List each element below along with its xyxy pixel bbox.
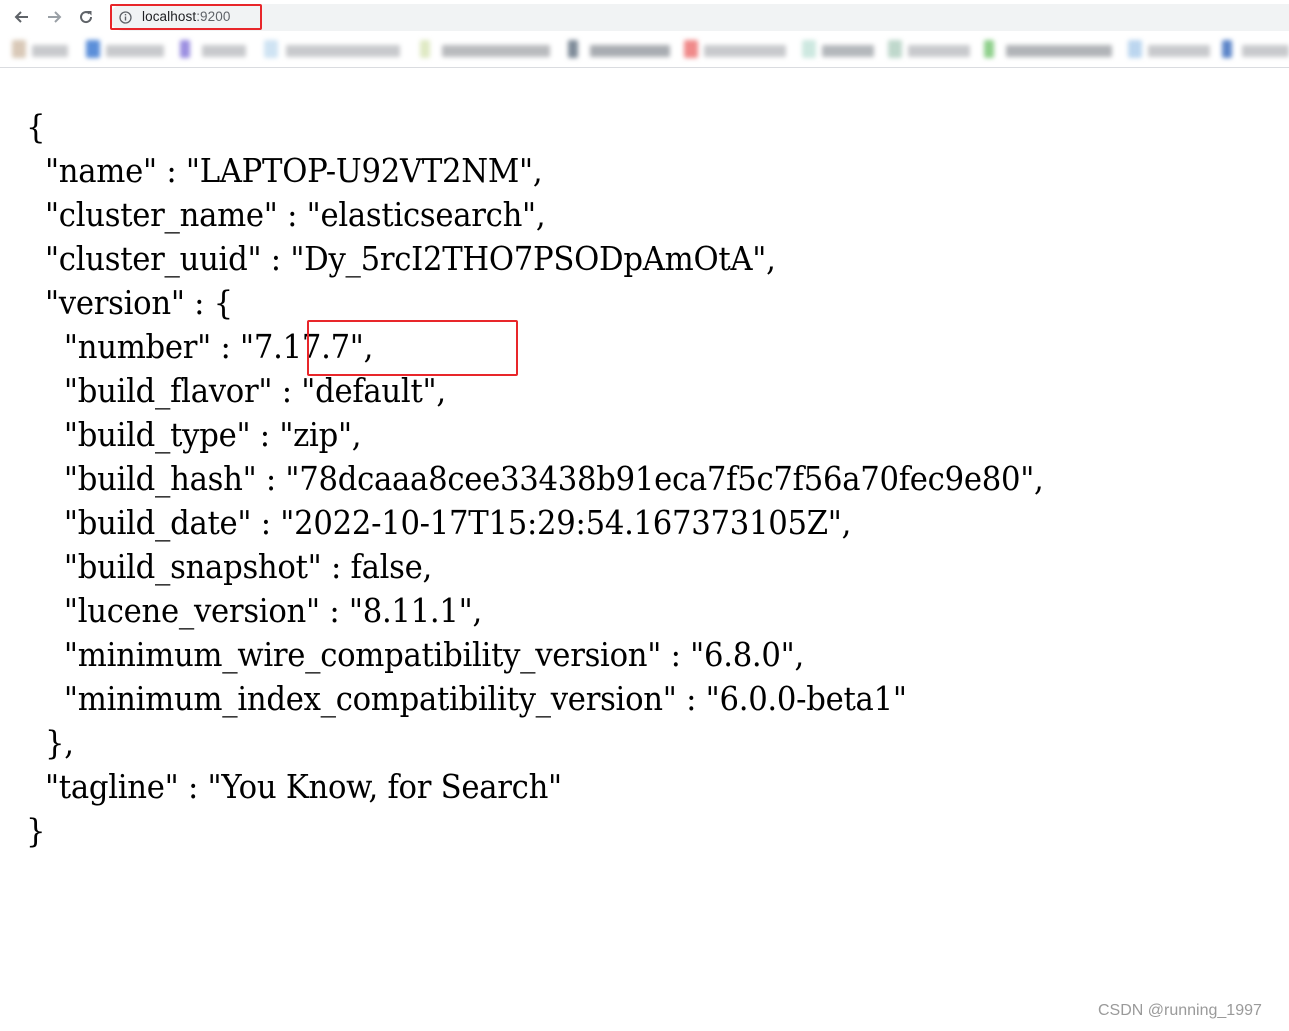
version-highlight-box [307,320,518,376]
reload-icon [80,11,93,24]
bookmark-item[interactable] [420,40,552,60]
json-line-min-wire-version: "minimum_wire_compatibility_version" : "… [26,635,804,674]
json-line-build-date: "build_date" : "2022-10-17T15:29:54.1673… [26,503,852,542]
bookmark-item[interactable] [86,40,166,60]
watermark: CSDN @running_1997 [1098,1002,1262,1019]
bookmarks-bar [0,35,1289,68]
json-line-build-flavor: "build_flavor" : "default", [26,371,446,410]
url-highlight-box [110,4,262,30]
forward-button[interactable] [43,6,65,28]
bookmark-item[interactable] [802,40,876,60]
bookmark-item[interactable] [1128,40,1212,60]
json-line-min-index-version: "minimum_index_compatibility_version" : … [26,679,907,718]
json-line-build-type: "build_type" : "zip", [26,415,362,454]
arrow-right-icon [48,11,62,23]
bookmark-item[interactable] [1222,40,1289,60]
json-line-tagline: "tagline" : "You Know, for Search" [26,767,562,806]
bookmark-item[interactable] [984,40,1114,60]
json-line-cluster-name: "cluster_name" : "elasticsearch", [26,195,546,234]
json-close-brace: } [26,811,46,850]
address-bar[interactable] [110,4,1289,31]
reload-button[interactable] [75,6,97,28]
json-open-brace: { [26,107,46,146]
bookmark-item[interactable] [568,40,672,60]
bookmark-item[interactable] [180,40,250,60]
json-line-version-close: }, [26,723,74,762]
json-response: { "name" : "LAPTOP-U92VT2NM", "cluster_n… [26,105,1044,853]
json-line-cluster-uuid: "cluster_uuid" : "Dy_5rcI2THO7PSODpAmOtA… [26,239,776,278]
back-button[interactable] [11,6,33,28]
browser-toolbar: localhost:9200 [0,0,1289,34]
bookmark-item[interactable] [264,40,404,60]
json-line-lucene-version: "lucene_version" : "8.11.1", [26,591,482,630]
bookmark-item[interactable] [12,40,70,60]
json-line-version-open: "version" : { [26,283,233,322]
bookmark-item[interactable] [888,40,972,60]
json-line-build-hash: "build_hash" : "78dcaaa8cee33438b91eca7f… [26,459,1044,498]
json-line-build-snapshot: "build_snapshot" : false, [26,547,432,586]
json-line-name: "name" : "LAPTOP-U92VT2NM", [26,151,543,190]
bookmark-item[interactable] [684,40,788,60]
arrow-left-icon [14,11,28,23]
